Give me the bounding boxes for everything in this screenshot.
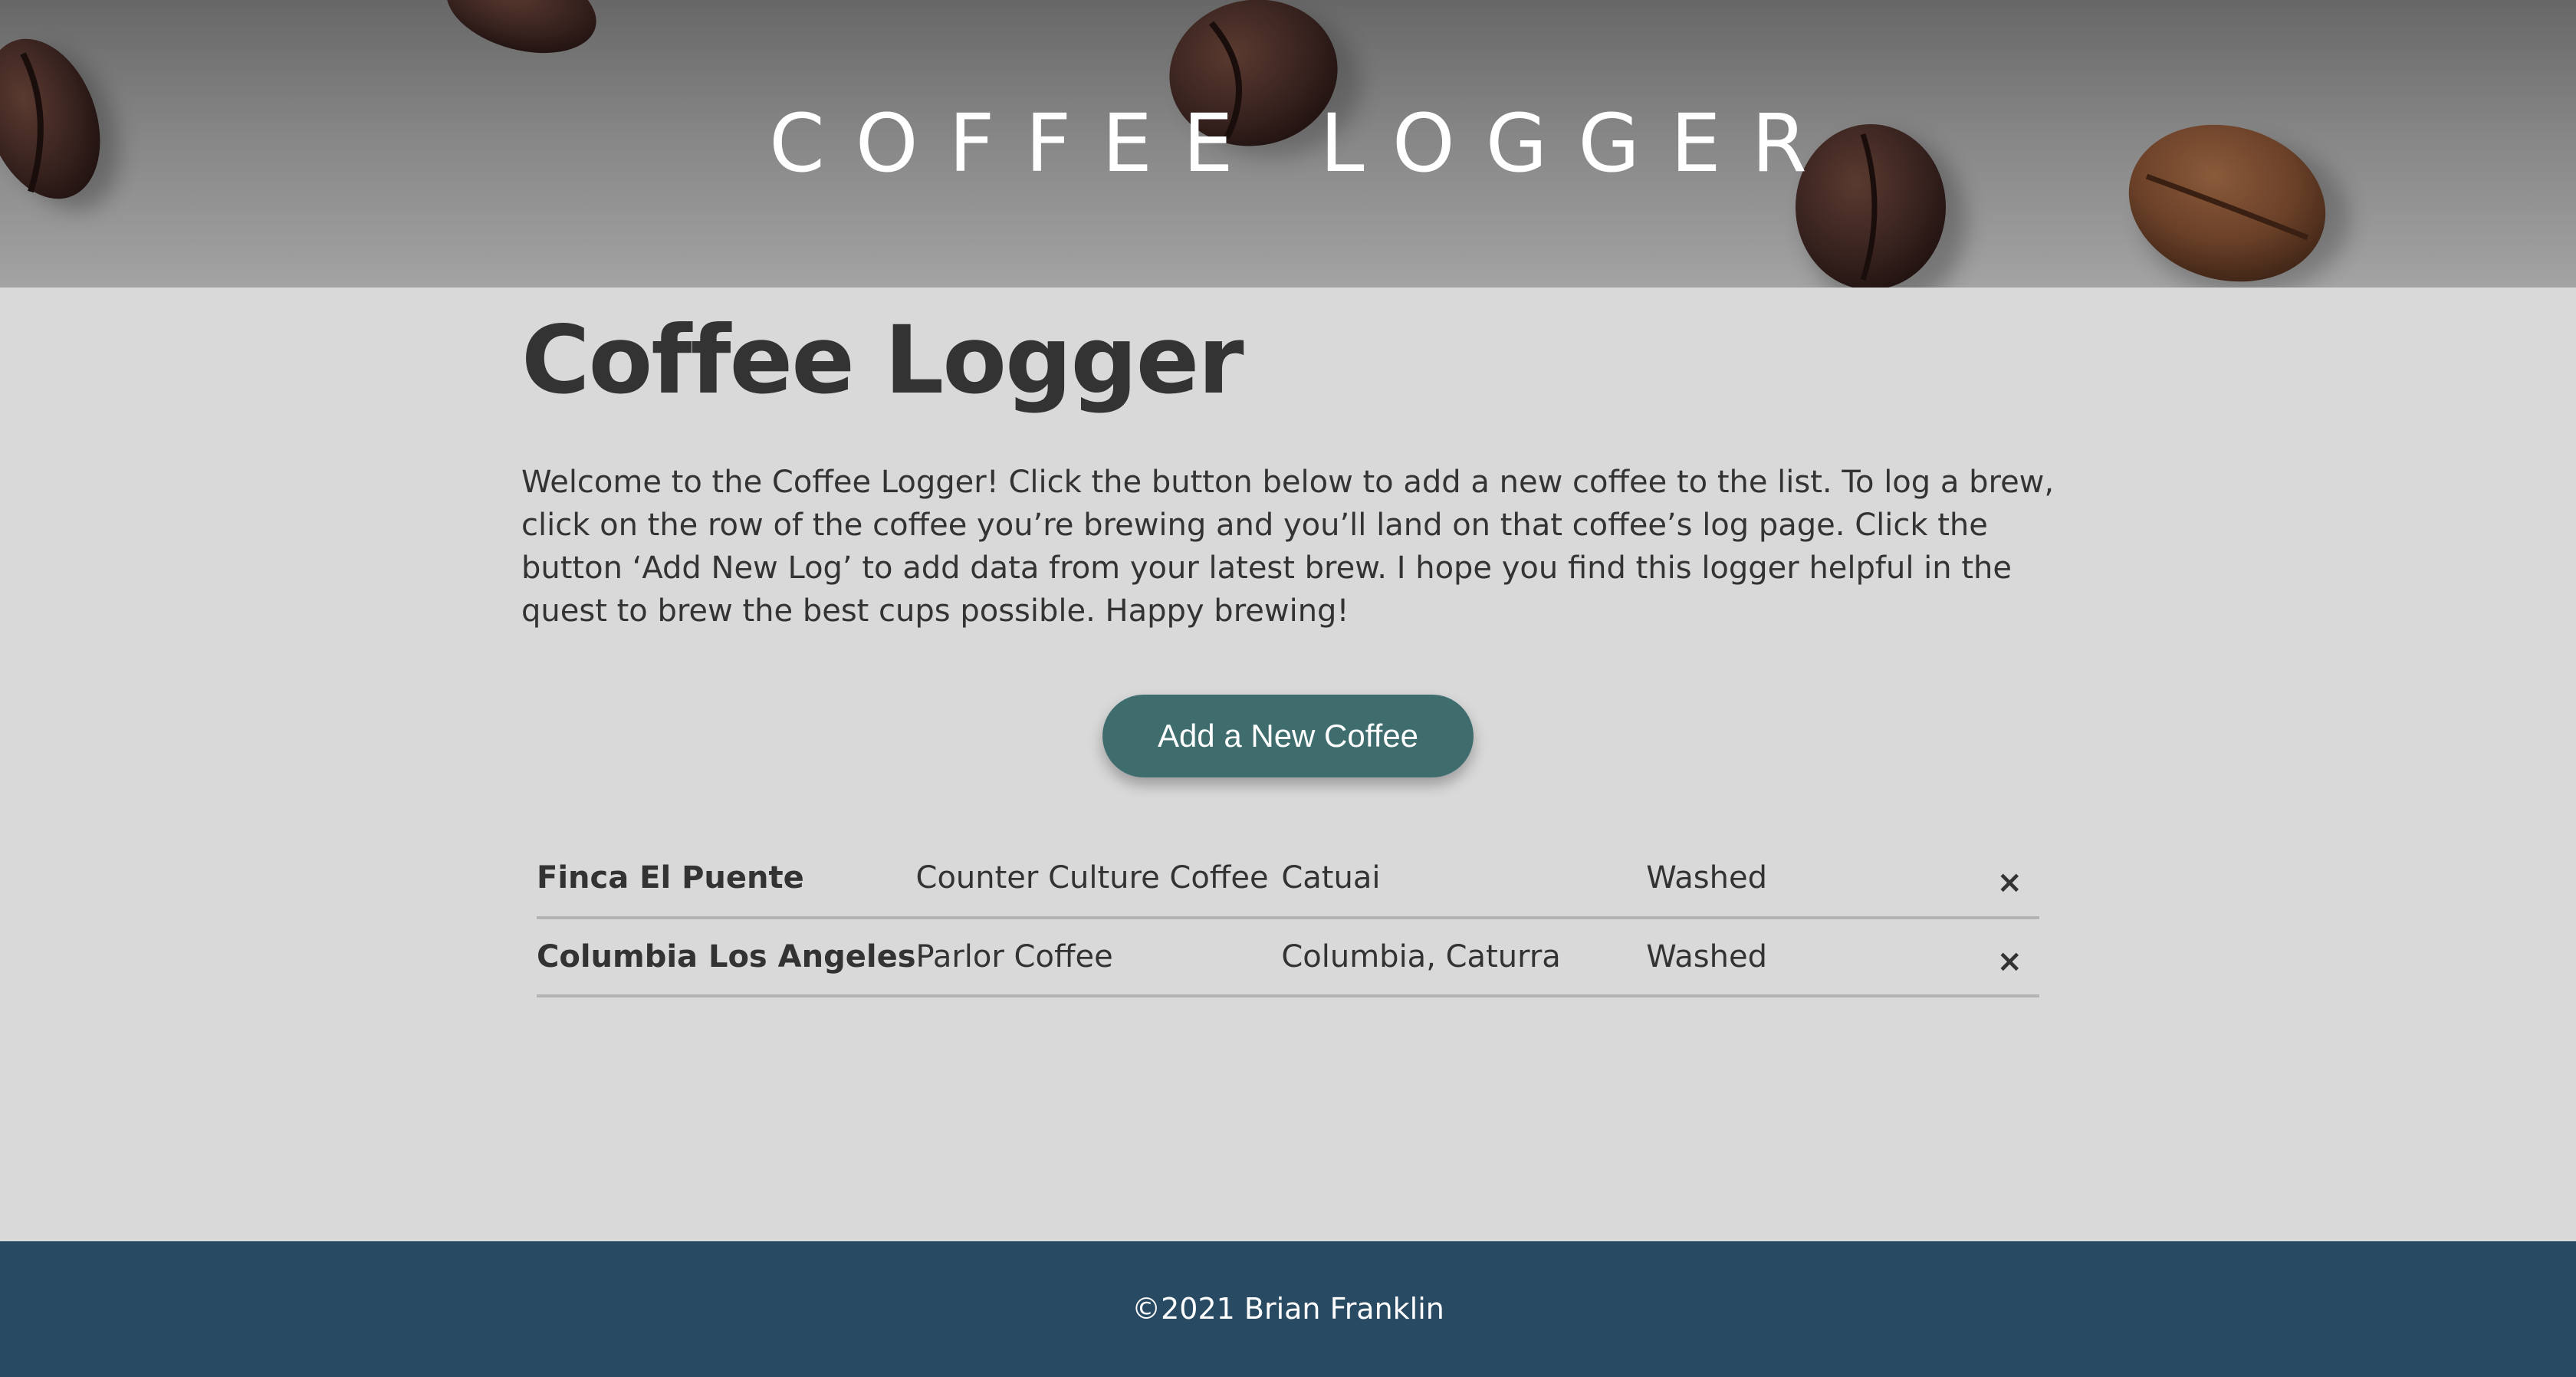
coffee-row[interactable]: Finca El Puente Counter Culture Coffee C… [537,840,2039,918]
close-icon[interactable]: × [1996,865,2022,900]
coffee-roaster: Counter Culture Coffee [915,860,1269,896]
add-coffee-button-container: Add a New Coffee [1102,695,1474,777]
coffee-roaster: Parlor Coffee [915,939,1113,974]
coffee-process: Washed [1646,860,1767,896]
hero-title: COFFEE LOGGER [769,97,1838,190]
hero-banner: COFFEE LOGGER [0,0,2576,288]
coffee-varietal: Columbia, Caturra [1281,939,1561,974]
delete-cell: × [1996,840,2039,918]
delete-cell: × [1996,918,2039,996]
add-new-coffee-button[interactable]: Add a New Coffee [1102,695,1474,777]
coffee-name: Finca El Puente [537,860,804,896]
coffee-row[interactable]: Columbia Los Angeles Parlor Coffee Colum… [537,918,2039,996]
footer: ©2021 Brian Franklin [0,1241,2576,1377]
page-title: Coffee Logger [521,306,1244,415]
coffee-table: Finca El Puente Counter Culture Coffee C… [537,840,2039,997]
coffee-name: Columbia Los Angeles [537,939,916,974]
coffee-varietal: Catuai [1281,860,1381,896]
close-icon[interactable]: × [1996,944,2022,979]
coffee-process: Washed [1646,939,1767,974]
copyright-text: ©2021 Brian Franklin [1132,1292,1444,1326]
intro-text: Welcome to the Coffee Logger! Click the … [521,465,2055,629]
